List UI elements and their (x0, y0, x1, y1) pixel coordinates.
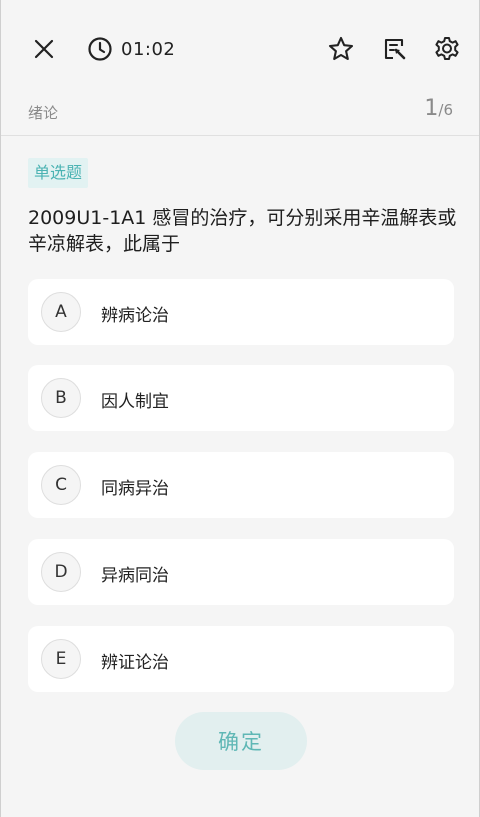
option-letter: B (41, 378, 81, 418)
option-letter: A (41, 292, 81, 332)
chapter-title: 绪论 (28, 104, 59, 122)
question-text: 2009U1-1A1 感冒的治疗，可分别采用辛温解表或辛凉解表，此属于 (28, 207, 457, 255)
option-e[interactable]: E 辨证论治 (28, 626, 454, 692)
timer: 01:02 (87, 35, 175, 63)
option-text: 因人制宜 (101, 392, 169, 412)
option-text: 辨病论治 (101, 306, 169, 326)
favorite-button[interactable] (326, 34, 356, 64)
close-icon (34, 39, 54, 59)
timer-value: 01:02 (121, 38, 176, 60)
chapter-row: 绪论 1/6 (1, 96, 479, 136)
answer-card-button[interactable] (380, 34, 410, 64)
gear-icon (435, 37, 459, 60)
option-letter: D (41, 552, 81, 592)
progress-current: 1 (424, 96, 439, 121)
question-type-badge: 单选题 (28, 158, 89, 188)
edit-sheet-icon (384, 38, 406, 60)
option-letter: C (41, 465, 81, 505)
clock-icon (88, 37, 112, 61)
option-a[interactable]: A 辨病论治 (28, 279, 454, 345)
quiz-screen: 01:02 绪论 1/6 单选题 2009U1-1A1 感冒的治疗，可分别采用辛… (0, 0, 480, 817)
top-bar: 01:02 (1, 0, 479, 98)
settings-button[interactable] (432, 34, 462, 64)
option-c[interactable]: C 同病异治 (28, 452, 454, 518)
option-text: 同病异治 (101, 479, 169, 499)
option-d[interactable]: D 异病同治 (28, 539, 454, 605)
option-letter: E (41, 639, 81, 679)
option-text: 辨证论治 (101, 653, 169, 673)
option-text: 异病同治 (101, 566, 169, 586)
confirm-button[interactable]: 确定 (175, 712, 307, 770)
question-progress: 1/6 (424, 96, 453, 121)
star-icon (328, 36, 354, 61)
option-b[interactable]: B 因人制宜 (28, 365, 454, 431)
progress-total: /6 (438, 101, 453, 119)
close-button[interactable] (29, 34, 59, 64)
